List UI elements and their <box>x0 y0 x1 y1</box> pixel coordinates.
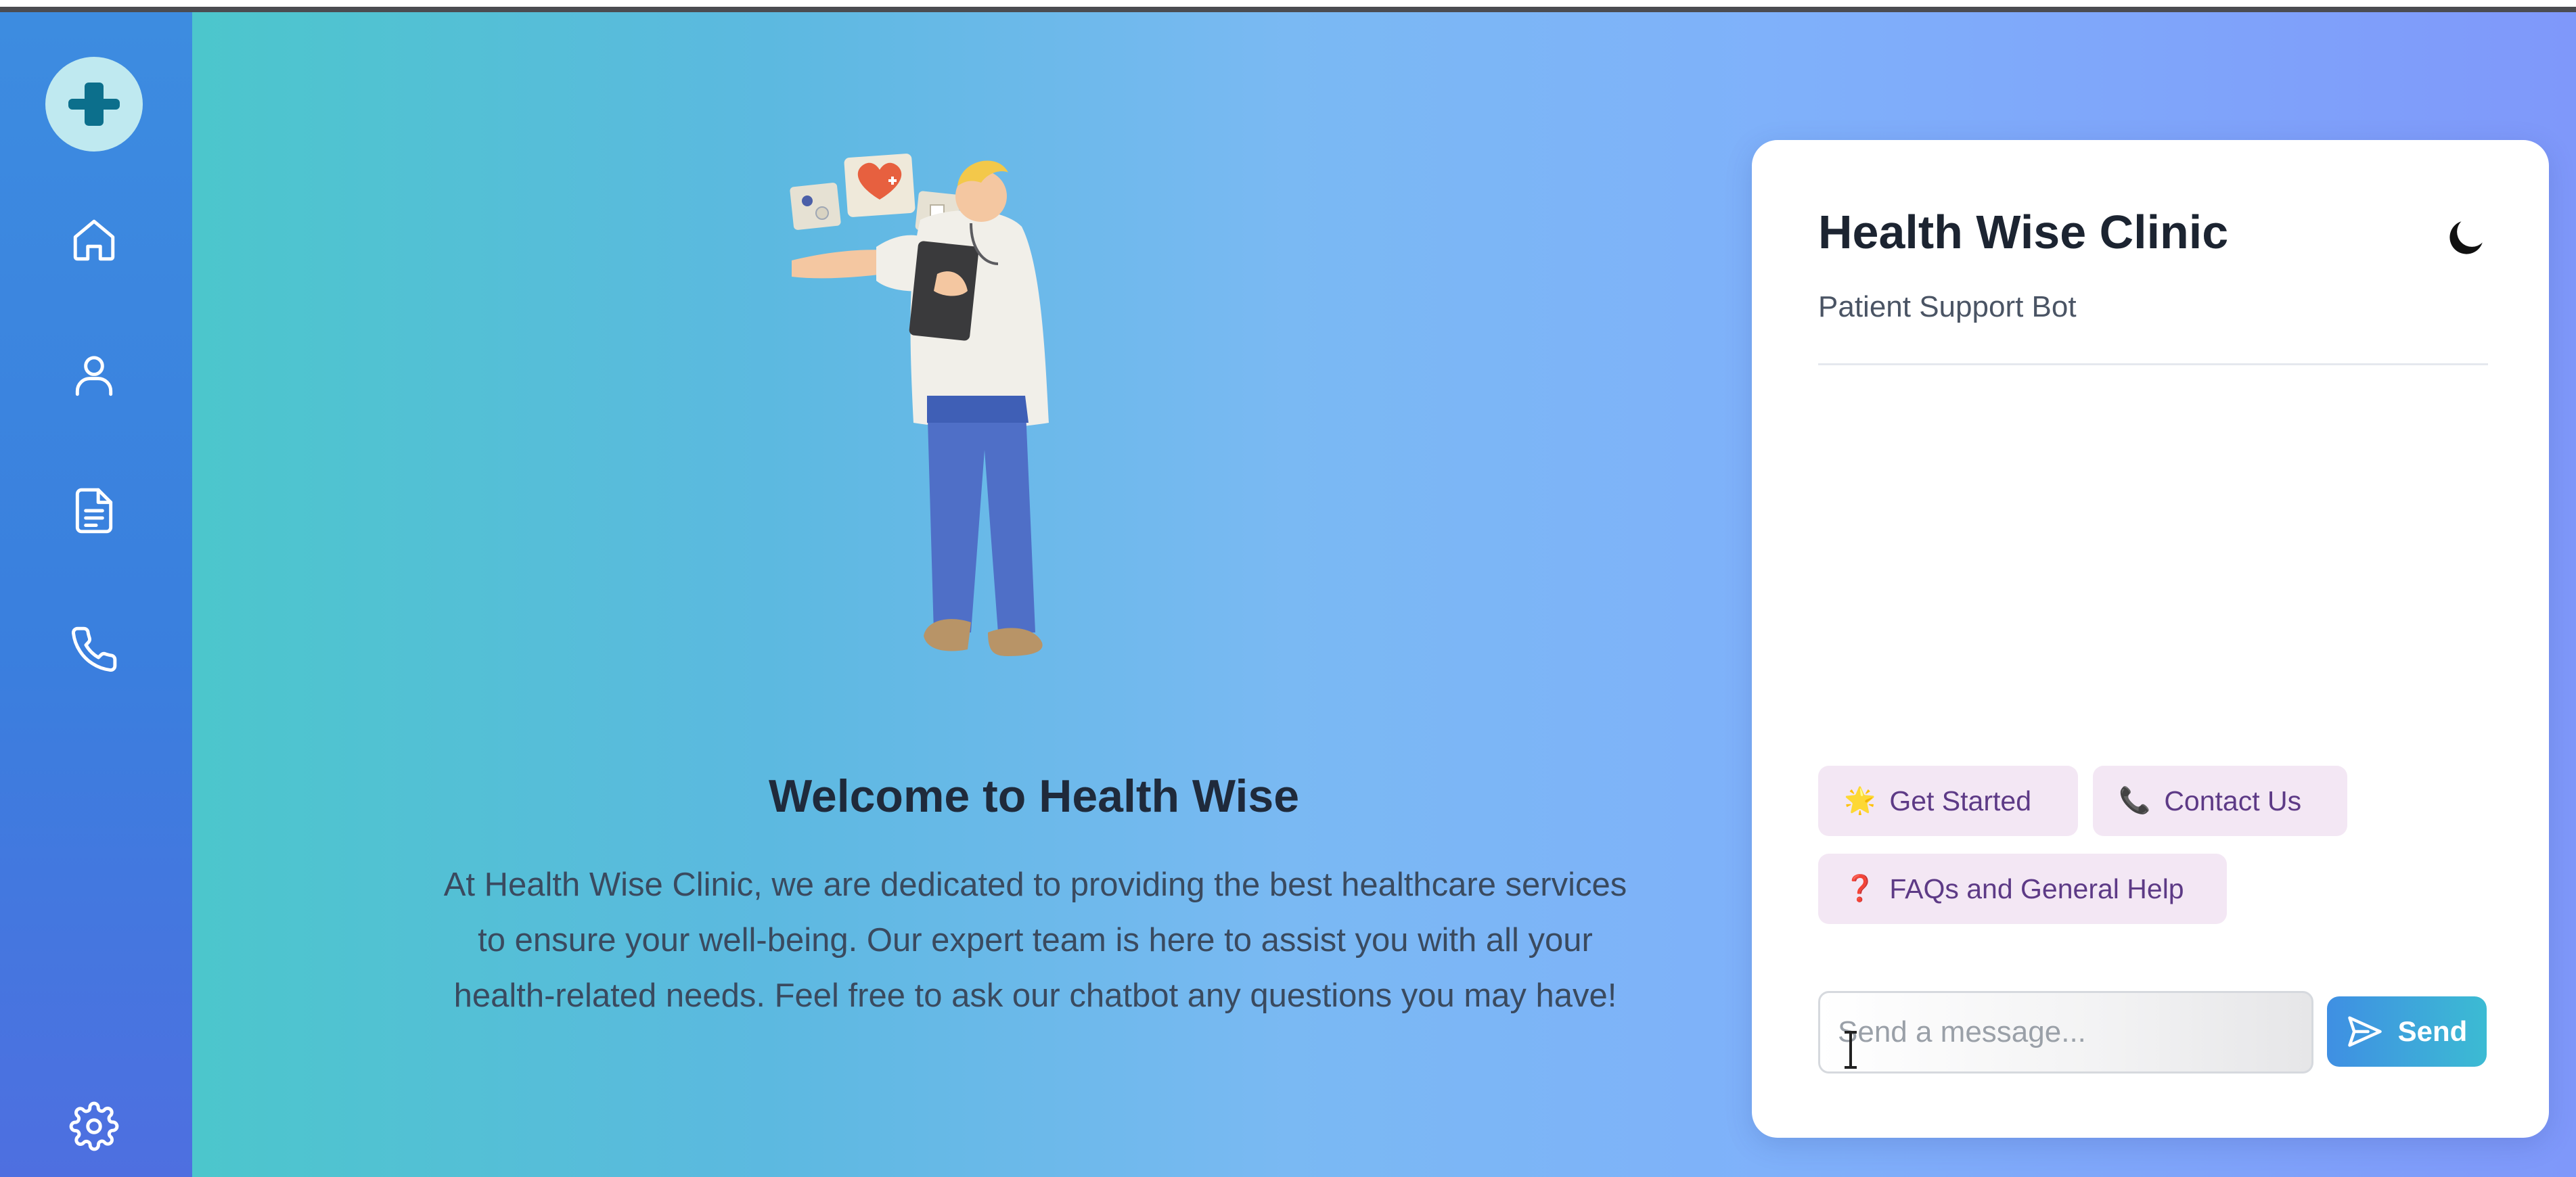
question-mark-icon: ❓ <box>1844 875 1876 903</box>
phone-icon[interactable] <box>69 624 119 674</box>
message-input[interactable] <box>1818 991 2313 1074</box>
text-cursor-icon <box>1845 1031 1857 1069</box>
send-button[interactable]: Send <box>2327 996 2487 1067</box>
gear-icon[interactable] <box>69 1101 119 1151</box>
quick-reply-faqs[interactable]: ❓ FAQs and General Help <box>1818 854 2227 924</box>
send-button-label: Send <box>2397 1015 2468 1047</box>
quick-reply-label: FAQs and General Help <box>1889 873 2184 904</box>
home-icon[interactable] <box>69 215 119 265</box>
plus-cross-icon <box>68 83 120 126</box>
doctor-holding-tablet-illustration <box>790 154 1049 656</box>
telephone-icon: 📞 <box>2119 787 2151 815</box>
quick-reply-label: Get Started <box>1889 785 2031 816</box>
quick-reply-get-started[interactable]: 🌟 Get Started <box>1818 766 2078 836</box>
browser-top-border <box>0 7 2576 12</box>
sidebar <box>0 12 192 1177</box>
moon-icon[interactable] <box>2442 214 2489 262</box>
star-icon: 🌟 <box>1844 787 1876 815</box>
quick-reply-label: Contact Us <box>2164 785 2302 816</box>
document-icon[interactable] <box>69 486 119 536</box>
clinic-logo[interactable] <box>45 57 143 152</box>
chat-title: Health Wise Clinic <box>1818 206 2229 258</box>
chat-subtitle: Patient Support Bot <box>1818 290 2077 323</box>
chatbot-panel: Health Wise Clinic Patient Support Bot 🌟… <box>1752 140 2549 1138</box>
user-icon[interactable] <box>69 350 119 400</box>
paper-plane-icon <box>2347 1016 2382 1047</box>
welcome-title: Welcome to Health Wise <box>768 770 1300 822</box>
quick-reply-contact-us[interactable]: 📞 Contact Us <box>2093 766 2347 836</box>
header-divider <box>1818 363 2488 365</box>
welcome-text: At Health Wise Clinic, we are dedicated … <box>443 867 1627 1014</box>
